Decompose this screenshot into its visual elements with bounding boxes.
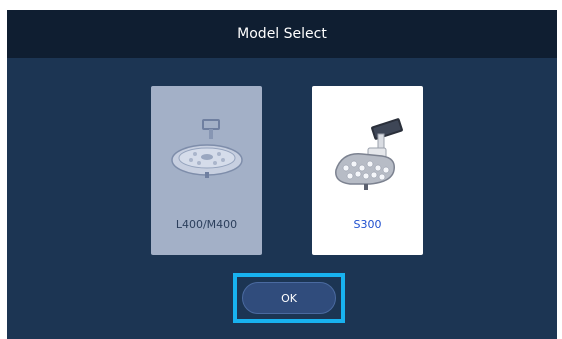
model-card-s300[interactable]: S300	[312, 86, 423, 255]
ok-button-label: OK	[281, 291, 297, 305]
model-label-l400-m400: L400/M400	[175, 218, 238, 231]
dialog-title: Model Select	[237, 26, 327, 42]
surgical-light-with-monitor-icon	[335, 118, 403, 190]
model-label-s300: S300	[353, 218, 382, 231]
surgical-light-icon	[171, 119, 243, 178]
model-card-l400-m400[interactable]: L400/M400	[151, 86, 262, 255]
title-bar: Model Select	[7, 10, 557, 58]
ok-focus-outline: OK	[233, 273, 345, 323]
ok-button[interactable]: OK	[242, 282, 336, 314]
model-select-dialog: Model Select L400/M400 S300 OK	[7, 10, 557, 339]
